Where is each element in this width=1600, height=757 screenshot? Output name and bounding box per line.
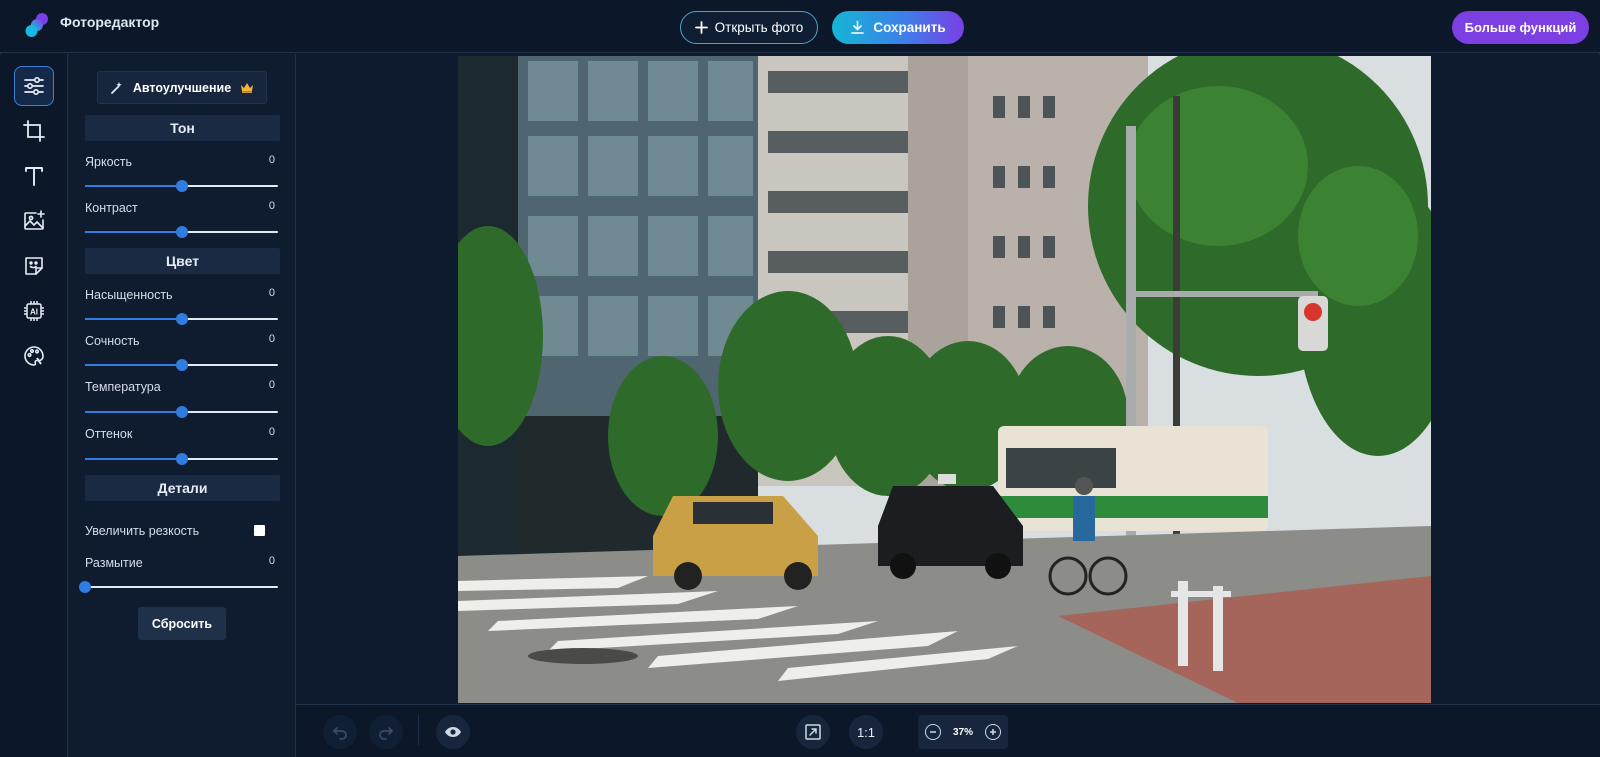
temperature-value: 0 [268,379,275,391]
contrast-slider-fill [85,231,182,233]
brightness-slider[interactable] [85,180,278,192]
palette-icon [24,346,44,366]
eye-icon [445,727,461,737]
canvas-area [296,54,1600,704]
text-icon [25,167,43,186]
rail-item-adjustments[interactable] [14,66,54,106]
section-tone: Тон [85,115,280,141]
bottom-toolbar: 1:1 37% [296,704,1600,757]
preview-button[interactable] [436,715,470,749]
redo-icon [379,727,393,740]
save-button[interactable]: Сохранить [832,11,964,44]
rail-item-ai[interactable]: AI [14,291,54,331]
temperature-label: Температура [85,380,161,394]
zoom-out-button[interactable] [925,724,941,740]
rail-item-add-image[interactable] [14,201,54,241]
temperature-slider-fill [85,411,182,413]
actual-size-button[interactable]: 1:1 [849,715,883,749]
saturation-slider[interactable] [85,313,278,325]
sharpen-checkbox[interactable] [254,525,265,536]
vibrance-slider-thumb[interactable] [175,359,188,371]
crown-icon [241,83,254,93]
open-photo-button[interactable]: Открыть фото [680,11,818,44]
saturation-label: Насыщенность [85,288,173,302]
tint-label: Оттенок [85,427,133,441]
tool-rail: AI [0,54,68,757]
reset-button[interactable]: Сбросить [138,607,226,640]
saturation-slider-thumb[interactable] [175,313,188,325]
svg-text:AI: AI [30,308,38,317]
undo-button[interactable] [323,715,357,749]
contrast-label: Контраст [85,201,138,215]
adjustments-panel: Автоулучшение Тон Яркость 0 Контраст 0 Ц… [68,54,296,757]
blur-label: Размытие [85,556,143,570]
tint-slider[interactable] [85,453,278,465]
tint-value: 0 [268,426,275,438]
rail-item-text[interactable] [14,156,54,196]
actual-size-label: 1:1 [856,724,876,740]
saturation-slider-fill [85,318,182,320]
ai-chip-icon: AI [24,301,44,321]
magic-wand-icon [110,81,122,94]
rail-item-sticker[interactable] [14,246,54,286]
section-details: Детали [85,475,280,501]
more-features-button[interactable]: Больше функций [1452,11,1589,44]
plus-small-icon [989,729,996,735]
brightness-value: 0 [268,154,275,166]
adjustments-icon [24,76,44,96]
photo-canvas[interactable] [458,56,1431,703]
vibrance-label: Сочность [85,334,140,348]
saturation-value: 0 [268,287,275,299]
contrast-slider-thumb[interactable] [175,226,188,238]
tint-slider-thumb[interactable] [175,453,188,465]
vibrance-slider-fill [85,364,182,366]
more-features-label: Больше функций [1464,20,1577,35]
save-label: Сохранить [873,20,946,35]
brightness-slider-thumb[interactable] [175,180,188,192]
download-icon [851,20,865,34]
fit-screen-icon [805,724,821,740]
temperature-slider-thumb[interactable] [175,406,188,418]
zoom-value: 37% [952,726,973,738]
blur-slider[interactable] [79,581,278,593]
brightness-label: Яркость [85,155,133,169]
sticker-icon [25,257,43,275]
rail-item-palette[interactable] [14,336,54,376]
open-photo-label: Открыть фото [714,20,804,35]
auto-enhance-button[interactable]: Автоулучшение [97,71,267,104]
blur-slider-thumb[interactable] [79,581,91,593]
temperature-slider[interactable] [85,406,278,418]
contrast-value: 0 [268,200,275,212]
top-bar: Фоторедактор Открыть фото Сохранить Боль… [0,0,1600,53]
toolbar-divider [418,715,419,745]
undo-icon [333,727,347,740]
blur-value: 0 [268,555,275,567]
zoom-control: 37% [918,715,1008,749]
logo-icon [25,13,48,37]
redo-button[interactable] [369,715,403,749]
vibrance-value: 0 [268,333,275,345]
minus-icon [930,731,936,733]
vibrance-slider[interactable] [85,359,278,371]
sharpen-label: Увеличить резкость [85,524,200,538]
plus-icon [694,21,708,34]
reset-label: Сбросить [151,616,213,631]
crop-icon [23,120,45,142]
rail-item-crop[interactable] [14,111,54,151]
fit-screen-button[interactable] [796,715,830,749]
add-image-icon [24,210,45,230]
app-title: Фоторедактор [60,14,160,30]
brightness-slider-fill [85,185,182,187]
tint-slider-fill [85,458,182,460]
section-color: Цвет [85,248,280,274]
zoom-in-button[interactable] [984,724,1001,740]
auto-enhance-label: Автоулучшение [132,80,232,95]
contrast-slider[interactable] [85,226,278,238]
